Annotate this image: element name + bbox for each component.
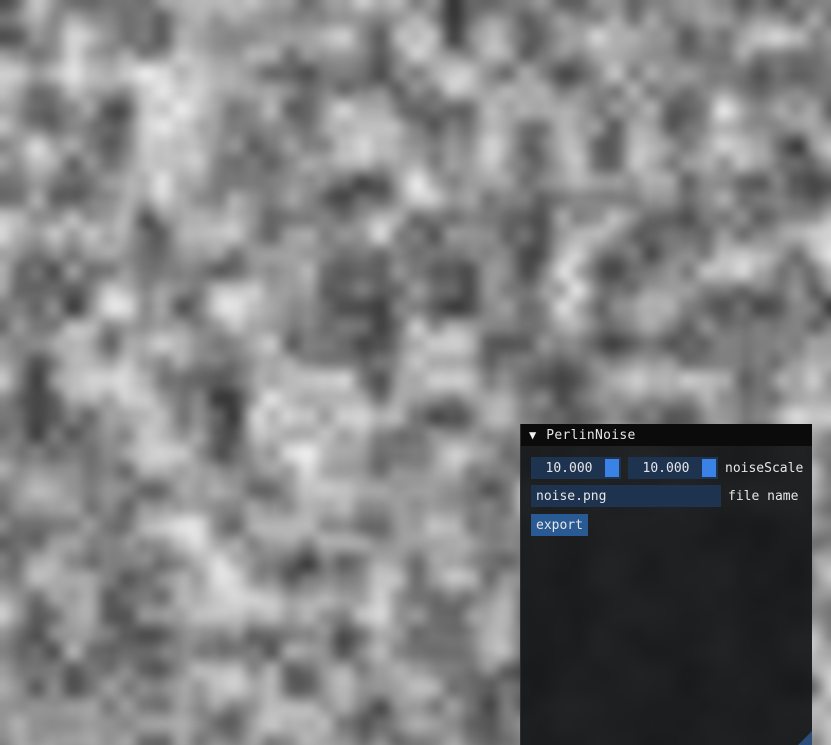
export-row: export xyxy=(531,514,588,536)
window-titlebar[interactable]: ▼ PerlinNoise xyxy=(521,424,812,446)
slider-grab-handle[interactable] xyxy=(702,459,716,477)
noise-scale-y-value: 10.000 xyxy=(642,460,690,476)
noise-scale-x-field[interactable]: 10.000 xyxy=(531,457,621,479)
resize-grip-icon[interactable] xyxy=(798,731,812,745)
slider-grab-handle[interactable] xyxy=(605,459,619,477)
noise-scale-row: 10.000 10.000 noiseScale xyxy=(531,457,803,479)
file-name-input[interactable]: noise.png xyxy=(531,485,721,507)
noise-scale-label: noiseScale xyxy=(725,460,804,476)
file-name-value: noise.png xyxy=(536,488,607,504)
file-name-row: noise.png file name xyxy=(531,485,798,507)
export-button[interactable]: export xyxy=(531,514,588,536)
noise-scale-y-field[interactable]: 10.000 xyxy=(628,457,718,479)
file-name-label: file name xyxy=(728,488,799,504)
window-title: PerlinNoise xyxy=(546,427,636,443)
perlin-noise-window[interactable]: ▼ PerlinNoise 10.000 10.000 noiseScale n… xyxy=(520,424,812,745)
noise-scale-x-value: 10.000 xyxy=(545,460,593,476)
collapse-arrow-icon[interactable]: ▼ xyxy=(529,428,536,442)
app-viewport: ▼ PerlinNoise 10.000 10.000 noiseScale n… xyxy=(0,0,831,745)
